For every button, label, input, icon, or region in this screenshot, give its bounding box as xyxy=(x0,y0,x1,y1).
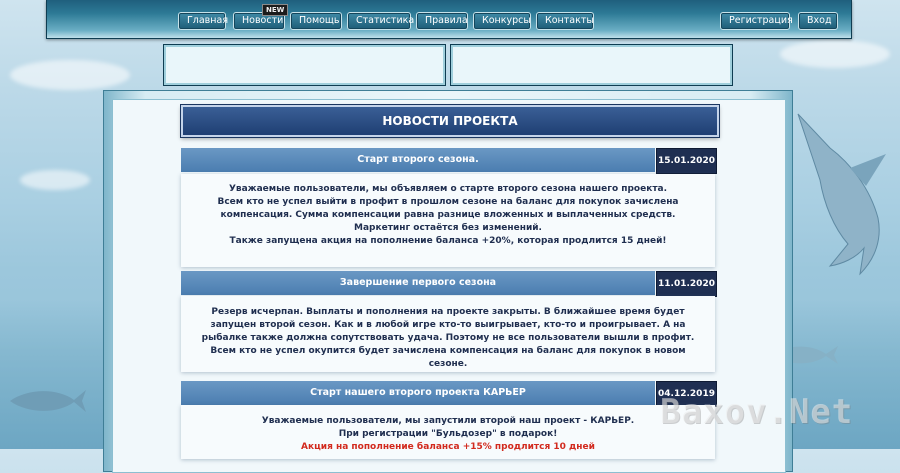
news-item-body: Резерв исчерпан. Выплаты и пополнения на… xyxy=(181,296,715,372)
cloud-decoration xyxy=(780,40,890,68)
nav-statistics-button[interactable]: Статистика xyxy=(347,12,414,30)
nav-home-button[interactable]: Главная xyxy=(178,12,228,30)
cloud-decoration xyxy=(20,170,90,190)
nav-contacts-button[interactable]: Контакты xyxy=(536,12,594,30)
fish-icon xyxy=(10,390,86,412)
banner-slot-right[interactable] xyxy=(450,44,733,86)
news-text-line: Уважаемые пользователи, мы объявляем о с… xyxy=(228,184,668,194)
news-item-date: 11.01.2020 xyxy=(656,271,717,297)
nav-register-button[interactable]: Регистрация xyxy=(720,12,793,30)
news-item-body: Уважаемые пользователи, мы запустили вто… xyxy=(181,405,715,459)
news-item-title: Старт второго сезона. xyxy=(181,148,655,172)
watermark: Baxov.Net xyxy=(660,392,854,432)
news-text-line: При регистрации "Бульдозер" в подарок! xyxy=(338,429,558,439)
news-text-line: Уважаемые пользователи, мы запустили вто… xyxy=(261,416,635,426)
news-item-body: Уважаемые пользователи, мы объявляем о с… xyxy=(181,174,715,267)
nav-login-button[interactable]: Вход xyxy=(798,12,838,30)
news-item-title: Завершение первого сезона xyxy=(181,271,655,295)
news-item-date: 15.01.2020 xyxy=(656,148,717,174)
page-title: НОВОСТИ ПРОЕКТА xyxy=(180,104,720,138)
banner-slot-left[interactable] xyxy=(163,44,446,86)
marlin-icon xyxy=(797,113,886,276)
news-text-line: Маркетинг остаётся без изменений. xyxy=(354,223,542,233)
new-badge: NEW xyxy=(262,4,289,16)
nav-contests-button[interactable]: Конкурсы xyxy=(473,12,531,30)
news-text-line: Всем кто не успел выйти в профит в прошл… xyxy=(217,197,679,220)
news-text-line: Резерв исчерпан. Выплаты и пополнения на… xyxy=(201,307,695,369)
cloud-decoration xyxy=(10,60,130,90)
news-text-line: Также запущена акция на пополнение балан… xyxy=(229,236,667,246)
news-item-title: Старт нашего второго проекта КАРЬЕР xyxy=(181,381,655,405)
nav-rules-button[interactable]: Правила xyxy=(416,12,468,30)
nav-help-button[interactable]: Помощь xyxy=(290,12,342,30)
news-highlight-line: Акция на пополнение баланса +15% продлит… xyxy=(301,442,595,452)
